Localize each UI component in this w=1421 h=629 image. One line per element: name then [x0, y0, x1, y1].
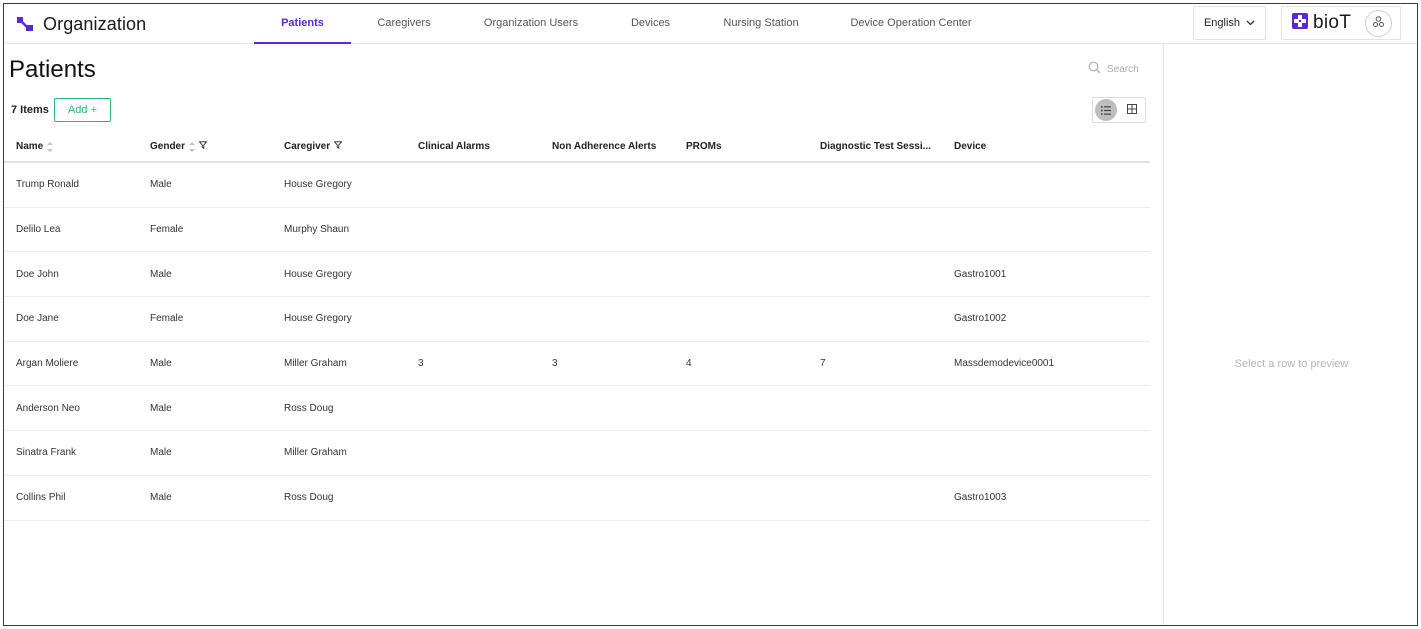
brand[interactable]: Organization — [16, 12, 146, 36]
column-header-device[interactable]: Device — [954, 141, 1094, 152]
list-view-button[interactable] — [1093, 98, 1119, 122]
table-row[interactable]: Doe Jane Female House Gregory Gastro1002 — [4, 297, 1150, 342]
table-row[interactable]: Sinatra Frank Male Miller Graham — [4, 431, 1150, 476]
column-header-non-adherence-alerts[interactable]: Non Adherence Alerts — [552, 141, 686, 152]
cell-device: Gastro1002 — [954, 313, 1007, 325]
cell-diagnostic-test-sessions: 7 — [820, 358, 826, 370]
sort-icon[interactable] — [47, 141, 54, 152]
preview-empty-text: Select a row to preview — [1234, 358, 1349, 370]
cell-name: Doe John — [16, 268, 59, 280]
cell-gender: Female — [150, 313, 184, 325]
main-nav: Patients Caregivers Organization Users D… — [254, 4, 996, 44]
cell-caregiver: House Gregory — [284, 179, 352, 191]
brand-title: Organization — [43, 13, 147, 34]
table-row[interactable]: Collins Phil Male Ross Doug Gastro1003 — [4, 476, 1150, 521]
cell-gender: Male — [150, 492, 172, 504]
page-title: Patients — [9, 56, 96, 83]
cell-caregiver: House Gregory — [284, 268, 352, 280]
table-row[interactable]: Doe John Male House Gregory Gastro1001 — [4, 252, 1150, 298]
top-header: Organization Patients Caregivers Organiz… — [4, 4, 1417, 44]
grid-view-icon — [1127, 101, 1137, 119]
organization-logo-icon — [16, 15, 34, 33]
tab-devices[interactable]: Devices — [605, 4, 696, 44]
patients-table: Name Gender Caregiver Clinical Alarms No… — [4, 132, 1150, 521]
cell-name: Sinatra Frank — [16, 447, 77, 459]
table-body: Trump Ronald Male House Gregory Delilo L… — [4, 163, 1150, 521]
cell-device: Gastro1003 — [954, 492, 1007, 504]
cell-caregiver: Ross Doug — [284, 402, 334, 414]
column-header-name[interactable]: Name — [16, 141, 150, 152]
cell-gender: Male — [150, 179, 172, 191]
grid-view-button[interactable] — [1119, 98, 1145, 122]
app-window: Organization Patients Caregivers Organiz… — [3, 3, 1418, 626]
search-box[interactable]: Search — [1088, 61, 1139, 77]
preview-panel: Select a row to preview — [1163, 44, 1417, 625]
filter-icon[interactable] — [198, 141, 208, 152]
cell-caregiver: Miller Graham — [284, 447, 347, 459]
table-header: Name Gender Caregiver Clinical Alarms No… — [4, 132, 1150, 163]
biot-logo-icon — [1292, 12, 1308, 34]
table-row[interactable]: Argan Moliere Male Miller Graham 3 3 4 7… — [4, 342, 1150, 387]
search-icon — [1088, 61, 1101, 77]
tab-caregivers[interactable]: Caregivers — [351, 4, 457, 44]
cell-gender: Male — [150, 358, 172, 370]
table-row[interactable]: Trump Ronald Male House Gregory — [4, 163, 1150, 208]
column-header-proms[interactable]: PROMs — [686, 141, 820, 152]
cell-name: Trump Ronald — [16, 179, 79, 191]
user-icon — [1372, 15, 1385, 33]
cell-gender: Female — [150, 224, 184, 236]
language-select[interactable]: English — [1193, 6, 1266, 40]
tab-device-operation-center[interactable]: Device Operation Center — [826, 4, 996, 44]
cell-caregiver: Murphy Shaun — [284, 224, 350, 236]
biot-logo-text: bioT — [1313, 12, 1352, 33]
cell-gender: Male — [150, 402, 172, 414]
column-header-diagnostic-test-sessions[interactable]: Diagnostic Test Sessi... — [820, 141, 954, 152]
cell-name: Collins Phil — [16, 492, 66, 504]
cell-name: Doe Jane — [16, 313, 59, 325]
column-header-gender[interactable]: Gender — [150, 141, 284, 152]
tab-nursing-station[interactable]: Nursing Station — [696, 4, 826, 44]
cell-gender: Male — [150, 447, 172, 459]
tab-patients[interactable]: Patients — [254, 4, 351, 44]
tab-organization-users[interactable]: Organization Users — [457, 4, 605, 44]
cell-name: Delilo Lea — [16, 224, 61, 236]
view-toggle — [1092, 97, 1146, 123]
cell-gender: Male — [150, 268, 172, 280]
list-view-icon — [1095, 99, 1117, 121]
sort-icon[interactable] — [189, 141, 196, 152]
add-patient-button[interactable]: Add + — [54, 98, 111, 122]
column-header-clinical-alarms[interactable]: Clinical Alarms — [418, 141, 552, 152]
filter-icon[interactable] — [333, 141, 343, 152]
cell-non-adherence-alerts: 3 — [552, 358, 558, 370]
chevron-down-icon — [1246, 17, 1255, 29]
biot-brand-box: bioT — [1281, 6, 1401, 40]
cell-caregiver: Ross Doug — [284, 492, 334, 504]
cell-caregiver: House Gregory — [284, 313, 352, 325]
items-count: 7 Items — [11, 104, 49, 116]
cell-proms: 4 — [686, 358, 692, 370]
table-row[interactable]: Delilo Lea Female Murphy Shaun — [4, 208, 1150, 253]
table-row[interactable]: Anderson Neo Male Ross Doug — [4, 386, 1150, 432]
search-input[interactable]: Search — [1107, 64, 1139, 75]
cell-name: Argan Moliere — [16, 358, 79, 370]
cell-caregiver: Miller Graham — [284, 358, 347, 370]
column-header-caregiver[interactable]: Caregiver — [284, 141, 418, 152]
user-avatar[interactable] — [1365, 10, 1392, 37]
cell-name: Anderson Neo — [16, 402, 80, 414]
cell-clinical-alarms: 3 — [418, 358, 424, 370]
cell-device: Gastro1001 — [954, 268, 1007, 280]
cell-device: Massdemodevice0001 — [954, 358, 1055, 370]
language-value: English — [1203, 17, 1241, 29]
